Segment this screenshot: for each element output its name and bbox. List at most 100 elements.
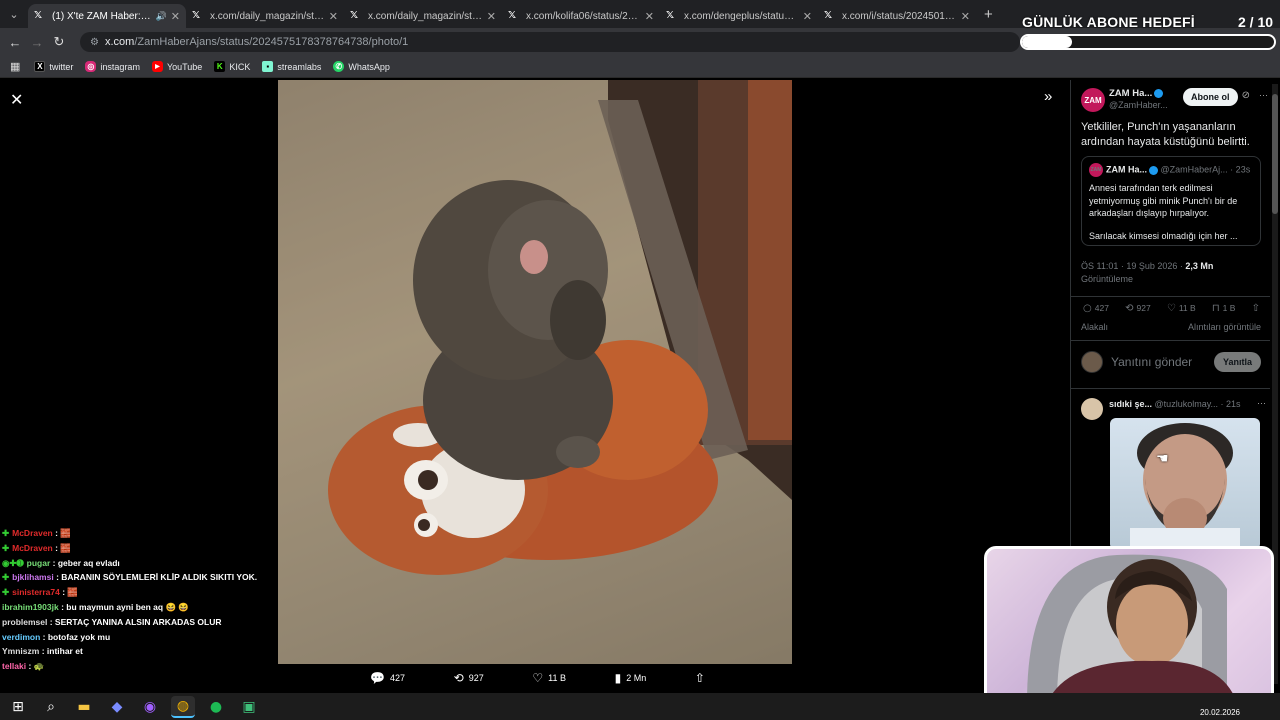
site-info-icon[interactable]: ⚙ xyxy=(90,37,99,48)
view-count: 2 Mn xyxy=(626,673,647,683)
chat-username[interactable]: pugar xyxy=(27,558,51,568)
reply-media-image[interactable] xyxy=(1110,418,1260,550)
spotify-icon[interactable]: ● xyxy=(204,696,228,718)
subscriber-goal-fill xyxy=(1022,36,1073,48)
app-icon[interactable]: ◆ xyxy=(105,696,129,718)
close-tab-icon[interactable]: ✕ xyxy=(803,10,812,23)
bookmark-whatsapp[interactable]: ✆ WhatsApp xyxy=(333,61,390,72)
follow-button[interactable]: Abone ol xyxy=(1183,88,1238,106)
tab-3[interactable]: 𝕏 x.com/kolifa06/status/202441 ✕ xyxy=(502,4,660,28)
reply-author-avatar[interactable] xyxy=(1081,398,1103,420)
related-dropdown[interactable]: Alakalı xyxy=(1081,322,1108,332)
reply-input[interactable]: Yanıtını gönder xyxy=(1111,355,1214,369)
more-options-icon[interactable]: ··· xyxy=(1259,90,1268,100)
tweet-time[interactable]: ÖS 11:01 · 19 Şub 2026 · xyxy=(1081,261,1185,271)
chat-text: BARANIN SÖYLEMLERİ KLİP ALDIK SIKITI YOK… xyxy=(61,572,258,583)
stat-replies[interactable]: ○ 427 xyxy=(1083,303,1109,314)
user-avatar[interactable] xyxy=(1081,351,1103,373)
close-icon[interactable]: ✕ xyxy=(10,90,23,110)
reply-button[interactable]: 💬 427 xyxy=(370,670,405,686)
stat-likes[interactable]: ♡ 11 B xyxy=(1167,303,1196,314)
stat-bookmarks[interactable]: ⊓ 1 B xyxy=(1212,303,1236,314)
bookmarks-bar: ▦ Xtwitter ◎ instagram ▶ YouTube K KICK ▪ st… xyxy=(0,56,1280,78)
new-tab-icon[interactable]: + xyxy=(984,6,993,23)
chat-text: bu maymun ayni ben aq 😆 😆 xyxy=(66,601,189,612)
quote-header: ZAM ZAM Ha... @ZamHaberAj... · 23s xyxy=(1089,163,1253,177)
chrome-icon[interactable]: ◍ xyxy=(171,695,195,718)
view-quotes-link[interactable]: Alıntıları görüntüle xyxy=(1188,322,1261,332)
file-explorer-icon[interactable]: ▬ xyxy=(72,696,96,718)
reply-composer: Yanıtını gönder Yanıtla xyxy=(1081,350,1261,374)
heart-icon: ♡ xyxy=(1166,303,1176,314)
apps-grid-icon[interactable]: ▦ xyxy=(10,60,20,73)
tab-4[interactable]: 𝕏 x.com/dengeplus/status/20245 ✕ xyxy=(660,4,818,28)
reply-author-name[interactable]: sıdıki şe... xyxy=(1109,399,1152,409)
url-field[interactable]: ⚙ x.com/ZamHaberAjans/status/20245751783… xyxy=(80,32,1020,52)
tweet-photo[interactable] xyxy=(278,80,792,664)
bookmark-label: twitter xyxy=(49,61,74,72)
views-button[interactable]: ▮ 2 Mn xyxy=(615,670,647,686)
chat-username[interactable]: Ymniszm xyxy=(2,646,39,656)
subscriber-goal-bar xyxy=(1020,34,1276,50)
chat-message: ◉✚➊ pugar : geber aq evladı xyxy=(2,557,120,568)
bookmark-kick[interactable]: K KICK xyxy=(214,61,250,72)
collapse-sidebar-icon[interactable]: » xyxy=(1044,88,1052,105)
bookmark-streamlabs[interactable]: ▪ streamlabs xyxy=(262,61,321,72)
chat-username[interactable]: sinisterra74 xyxy=(12,587,60,597)
share-button[interactable]: ⇧ xyxy=(695,670,710,686)
like-button[interactable]: ♡ 11 B xyxy=(532,670,566,686)
obs-icon[interactable]: ◉ xyxy=(138,696,162,718)
tab-1[interactable]: 𝕏 x.com/daily_magazin/status/20 ✕ xyxy=(186,4,344,28)
tab-title: x.com/kolifa06/status/202441 xyxy=(526,10,641,22)
speaker-icon[interactable]: 🔊 xyxy=(156,11,167,22)
chat-message: ibrahim1903jk : bu maymun ayni ben aq 😆 … xyxy=(2,601,189,612)
chat-message: verdimon : botofaz yok mu xyxy=(2,631,111,642)
bookmark-twitter[interactable]: Xtwitter xyxy=(34,61,73,72)
chat-username[interactable]: tellaki xyxy=(2,661,26,671)
bookmark-youtube[interactable]: ▶ YouTube xyxy=(151,61,202,72)
author-avatar[interactable]: ZAM xyxy=(1081,88,1105,112)
tab-search-icon[interactable]: ⌄ xyxy=(0,0,28,28)
close-tab-icon[interactable]: ✕ xyxy=(329,10,338,23)
tab-title: (1) X'te ZAM Haber: "Yetkili xyxy=(52,10,153,22)
chat-text: 🧱 xyxy=(60,542,71,553)
search-icon[interactable]: ⌕ xyxy=(39,696,63,718)
chat-username[interactable]: bjklihamsi xyxy=(12,572,54,582)
close-tab-icon[interactable]: ✕ xyxy=(171,10,180,23)
share-icon[interactable]: ⇧ xyxy=(1252,303,1263,314)
chat-message: ✚ McDraven : 🧱 xyxy=(2,528,71,538)
streamlabs-icon[interactable]: ▣ xyxy=(237,696,261,718)
close-tab-icon[interactable]: ✕ xyxy=(961,10,970,23)
chat-text: 🧱 xyxy=(67,587,79,598)
forward-icon[interactable]: → xyxy=(26,35,48,50)
bookmark-instagram[interactable]: ◎ instagram xyxy=(85,61,140,72)
close-tab-icon[interactable]: ✕ xyxy=(645,10,654,23)
chat-username[interactable]: problemsel xyxy=(2,617,47,627)
close-tab-icon[interactable]: ✕ xyxy=(487,10,496,23)
windows-start-icon[interactable]: ⊞ xyxy=(6,696,30,718)
chat-username[interactable]: McDraven xyxy=(12,543,53,553)
repost-button[interactable]: ⟲ 927 xyxy=(454,670,484,686)
views-label: Görüntüleme xyxy=(1081,274,1134,284)
author-handle[interactable]: @ZamHaber... xyxy=(1109,100,1168,110)
more-options-icon[interactable]: ··· xyxy=(1257,398,1266,408)
grok-icon[interactable]: ⊘ xyxy=(1242,90,1250,101)
chat-text: SERTAÇ YANINA ALSIN ARKADAS OLUR xyxy=(54,616,222,627)
tab-2[interactable]: 𝕏 x.com/daily_magazin/status/20 ✕ xyxy=(344,4,502,28)
repost-icon: ⟲ xyxy=(1125,303,1134,314)
tab-0[interactable]: 𝕏 (1) X'te ZAM Haber: "Yetkili 🔊 ✕ xyxy=(28,4,186,28)
stat-reposts[interactable]: ⟲ 927 xyxy=(1125,303,1151,314)
chat-username[interactable]: verdimon xyxy=(2,632,40,642)
quoted-tweet[interactable]: ZAM ZAM Ha... @ZamHaberAj... · 23s Annesi… xyxy=(1081,156,1261,246)
reply-submit-button[interactable]: Yanıtla xyxy=(1213,352,1261,372)
chat-username[interactable]: McDraven xyxy=(12,528,53,538)
tab-title: x.com/i/status/20245017536 xyxy=(842,10,957,22)
chat-username[interactable]: ibrahim1903jk xyxy=(2,602,59,612)
reload-icon[interactable]: ↻ xyxy=(48,34,70,50)
author-name[interactable]: ZAM Ha... xyxy=(1109,88,1164,99)
monkey-photo-illustration xyxy=(278,80,792,664)
tab-5[interactable]: 𝕏 x.com/i/status/20245017536 ✕ xyxy=(818,4,976,28)
chat-text: 🐢 xyxy=(33,661,45,672)
back-icon[interactable]: ← xyxy=(4,35,26,50)
scrollbar-thumb[interactable] xyxy=(1272,94,1278,214)
